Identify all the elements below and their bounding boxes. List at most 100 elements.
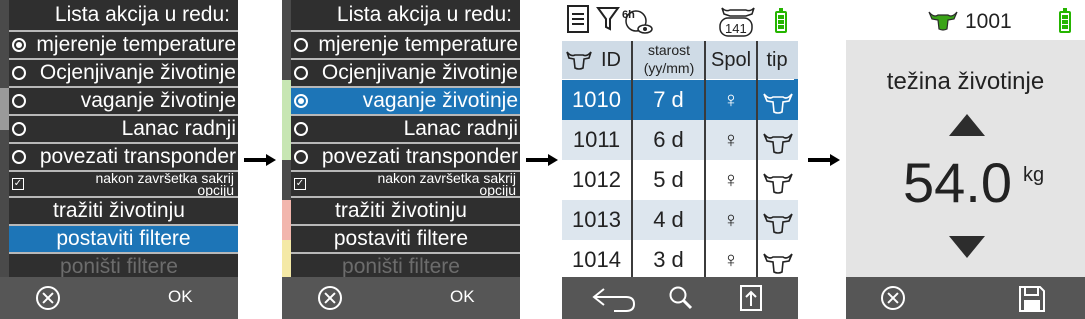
back-icon[interactable] xyxy=(590,285,636,313)
save-icon[interactable] xyxy=(1018,285,1046,313)
upload-box-icon[interactable] xyxy=(739,284,763,312)
decrease-arrow-icon[interactable] xyxy=(949,236,985,258)
hide-option-checkbox[interactable]: ✓ nakon završetka sakrij opciju xyxy=(282,171,520,198)
battery-icon xyxy=(775,8,787,33)
weight-value: 54.0 xyxy=(903,151,1012,214)
flow-arrow-icon xyxy=(244,154,276,166)
radio-icon xyxy=(294,150,308,164)
menu-item-transponder[interactable]: povezati transponder xyxy=(282,144,520,170)
menu-item-weighing[interactable]: vaganje životinje xyxy=(291,88,520,114)
age-cell: 5 d xyxy=(653,167,684,192)
radio-icon xyxy=(294,122,308,136)
menu-item-label: Lanac radnji xyxy=(121,117,236,140)
menu-title: Lista akcija u redu: xyxy=(336,3,512,26)
set-filters-button[interactable]: postaviti filtere xyxy=(282,226,520,252)
table-row[interactable]: 1013 4 d ♀ xyxy=(562,200,798,240)
radio-selected-icon xyxy=(12,38,26,52)
set-filters-label: postaviti filtere xyxy=(56,227,191,250)
cancel-icon[interactable] xyxy=(318,286,342,310)
radio-icon xyxy=(294,38,308,52)
bottom-bar: OK xyxy=(0,277,238,319)
checkbox-label-line2: opciju xyxy=(479,182,516,198)
animal-count: 141 xyxy=(725,21,747,36)
column-header-age[interactable]: starost (yy/mm) xyxy=(634,41,704,79)
table-row[interactable]: 1012 5 d ♀ xyxy=(562,160,798,200)
menu-item-weighing[interactable]: vaganje životinje xyxy=(0,88,238,114)
status-bar: 6h 141 xyxy=(562,0,798,40)
weight-label: težina životinje xyxy=(886,68,1045,95)
menu-item-assessment[interactable]: Ocjenjivanje životinje xyxy=(0,60,238,86)
menu-item-assessment[interactable]: Ocjenjivanje životinje xyxy=(282,60,520,86)
sex-cell: ♀ xyxy=(722,207,740,232)
menu-item-label: povezati transponder xyxy=(321,145,518,168)
menu-item-label: Lanac radnji xyxy=(403,117,518,140)
bottom-bar xyxy=(562,277,798,319)
bottom-bar xyxy=(846,277,1085,319)
radio-icon xyxy=(12,94,26,108)
menu-item-label: Ocjenjivanje životinje xyxy=(39,61,236,84)
column-header-sex[interactable]: Spol xyxy=(705,41,757,79)
animal-id-cell: 1010 xyxy=(572,87,621,112)
search-animal-button[interactable]: tražiti životinju xyxy=(0,198,238,224)
flow-arrow-icon xyxy=(526,154,558,166)
increase-arrow-icon[interactable] xyxy=(949,114,985,136)
filter-icon[interactable] xyxy=(596,6,620,32)
menu-item-label: povezati transponder xyxy=(39,145,236,168)
column-header-type[interactable]: tip xyxy=(758,41,796,79)
ok-button[interactable]: OK xyxy=(450,287,475,307)
animal-id-cell: 1011 xyxy=(572,127,621,152)
battery-icon xyxy=(1059,8,1071,33)
weight-card: težina životinje 54.0 kg xyxy=(846,40,1085,277)
animal-id-cell: 1014 xyxy=(572,247,621,272)
checkbox-label-line2: opciju xyxy=(197,182,234,198)
menu-item-action-chain[interactable]: Lanac radnji xyxy=(282,116,520,142)
menu-item-transponder[interactable]: povezati transponder xyxy=(0,144,238,170)
hide-option-checkbox[interactable]: ✓ nakon završetka sakrij opciju xyxy=(0,171,238,198)
menu-item-label: vaganje životinje xyxy=(362,89,518,112)
cancel-icon[interactable] xyxy=(36,286,60,310)
cow-head-icon xyxy=(758,120,798,160)
ok-button[interactable]: OK xyxy=(168,287,193,307)
sex-cell: ♀ xyxy=(722,167,740,192)
sex-cell: ♀ xyxy=(722,247,740,272)
clock-eye-icon xyxy=(625,10,653,34)
menu-item-temperature[interactable]: mjerenje temperature xyxy=(0,32,238,58)
column-divider xyxy=(704,41,706,277)
menu-item-label: mjerenje temperature xyxy=(318,33,518,56)
animal-id-cell: 1013 xyxy=(572,207,621,232)
animal-id-cell: 1012 xyxy=(572,167,621,192)
sex-cell: ♀ xyxy=(722,127,740,152)
cancel-icon[interactable] xyxy=(881,286,905,310)
bottom-bar: OK xyxy=(282,277,520,319)
cow-head-green-icon xyxy=(928,11,958,31)
column-header-age-line2: (yy/mm) xyxy=(643,60,695,76)
set-filters-button[interactable]: postaviti filtere xyxy=(9,226,238,252)
menu-item-temperature[interactable]: mjerenje temperature xyxy=(282,32,520,58)
list-document-icon[interactable] xyxy=(566,4,590,34)
cow-head-icon xyxy=(758,240,798,280)
weight-unit: kg xyxy=(1023,164,1045,186)
menu-title: Lista akcija u redu: xyxy=(54,3,230,26)
table-row[interactable]: 1014 3 d ♀ xyxy=(562,240,798,280)
column-divider xyxy=(631,41,633,277)
menu-item-label: mjerenje temperature xyxy=(36,33,236,56)
cow-head-icon xyxy=(758,160,798,200)
animal-id: 1001 xyxy=(965,10,1012,33)
search-animal-button[interactable]: tražiti životinju xyxy=(282,198,520,224)
radio-icon xyxy=(12,150,26,164)
cow-head-icon xyxy=(758,80,798,120)
age-cell: 3 d xyxy=(653,247,684,272)
action-menu-screen-2: Lista akcija u redu: mjerenje temperatur… xyxy=(282,0,520,319)
menu-item-action-chain[interactable]: Lanac radnji xyxy=(0,116,238,142)
table-row[interactable]: 1011 6 d ♀ xyxy=(562,120,798,160)
menu-item-label: Ocjenjivanje životinje xyxy=(321,61,518,84)
table-row[interactable]: 1010 7 d ♀ xyxy=(562,80,798,120)
flow-arrow-icon xyxy=(808,154,842,166)
checkbox-checked-icon: ✓ xyxy=(12,178,24,190)
weight-entry-screen: 1001 težina životinje 54.0 kg xyxy=(846,0,1085,319)
set-filters-label: postaviti filtere xyxy=(333,227,469,250)
radio-selected-icon xyxy=(294,94,308,108)
menu-item-label: vaganje životinje xyxy=(80,89,236,112)
column-header-id[interactable]: ID xyxy=(598,41,624,79)
search-icon[interactable] xyxy=(668,285,694,311)
